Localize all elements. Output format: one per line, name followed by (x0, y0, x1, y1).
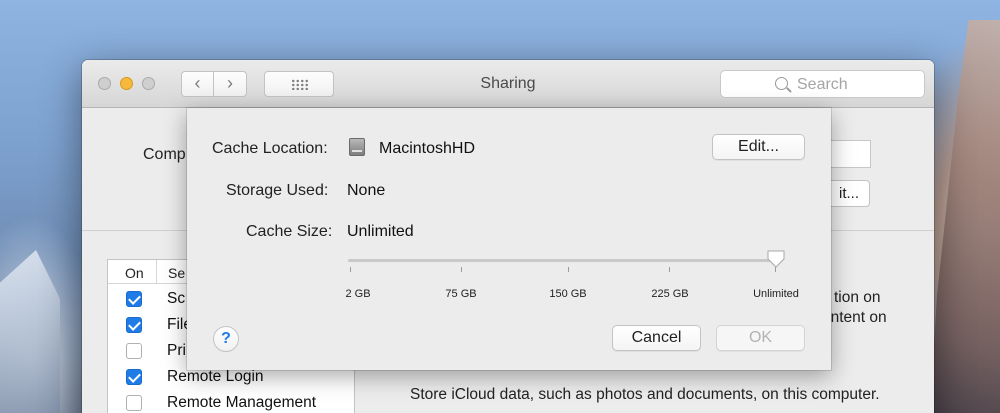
edit-location-button[interactable]: Edit... (712, 134, 805, 160)
column-header-on[interactable]: On (125, 265, 144, 281)
help-button[interactable]: ? (213, 326, 239, 352)
slider-thumb-icon (767, 250, 785, 268)
hard-disk-icon (349, 138, 365, 156)
service-checkbox[interactable] (126, 395, 142, 411)
slider-tick-label: Unlimited (753, 288, 799, 300)
storage-used-value: None (347, 182, 386, 199)
cache-size-slider[interactable] (348, 259, 776, 262)
column-separator (156, 260, 157, 284)
search-input[interactable]: Search (720, 70, 925, 98)
title-bar: ‹ › Sharing Search (82, 60, 934, 108)
slider-tick (568, 267, 569, 272)
service-name: Remote Management (167, 394, 317, 411)
icloud-description: Store iCloud data, such as photos and do… (410, 386, 880, 403)
storage-used-label: Storage Used: (226, 182, 329, 199)
mountain-left (0, 250, 60, 413)
service-description-line2: ontent on (822, 309, 887, 326)
service-name: Remote Login (167, 368, 264, 385)
cache-location-value: MacintoshHD (379, 140, 476, 157)
service-checkbox[interactable] (126, 317, 142, 333)
service-checkbox[interactable] (126, 291, 142, 307)
slider-thumb[interactable] (766, 249, 786, 269)
slider-tick (350, 267, 351, 272)
cache-settings-sheet: Cache Location: MacintoshHD Edit... Stor… (187, 108, 831, 370)
list-item[interactable]: Remote Management (108, 390, 354, 413)
service-checkbox[interactable] (126, 343, 142, 359)
slider-tick (461, 267, 462, 272)
mountain-right (930, 20, 1000, 413)
search-icon (775, 77, 788, 90)
cache-size-value: Unlimited (347, 223, 414, 240)
service-description-line1: tion on (834, 289, 881, 306)
computer-name-label: Comp (143, 146, 186, 163)
slider-tick-label: 75 GB (445, 288, 477, 300)
slider-tick-label: 225 GB (651, 288, 689, 300)
search-placeholder: Search (797, 76, 848, 93)
column-header-service[interactable]: Se (168, 265, 185, 281)
computer-name-field[interactable] (827, 140, 871, 168)
ok-button[interactable]: OK (716, 325, 805, 351)
cache-location-label: Cache Location: (212, 140, 328, 157)
slider-tick-label: 2 GB (345, 288, 371, 300)
service-checkbox[interactable] (126, 369, 142, 385)
service-name: Pri (167, 342, 186, 359)
slider-tick-label: 150 GB (549, 288, 587, 300)
slider-tick (669, 267, 670, 272)
cache-size-label: Cache Size: (246, 223, 333, 240)
service-name: Sc (167, 290, 186, 307)
cancel-button[interactable]: Cancel (612, 325, 701, 351)
